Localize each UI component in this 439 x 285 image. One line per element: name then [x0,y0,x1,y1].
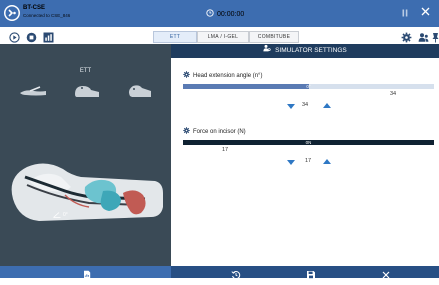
force-on-incisor-decrease-button[interactable] [287,160,295,165]
stop-circle-icon[interactable] [26,30,37,43]
settings-header: SIMULATOR SETTINGS [171,44,439,58]
mode-tabs: ETT LMA / I-GEL COMBITUBE [153,31,299,43]
chart-icon[interactable] [43,30,54,43]
users-icon[interactable] [418,30,429,42]
gear-icon [183,127,190,137]
head-extension-slider[interactable]: 0° [183,84,434,89]
clock-icon [206,9,214,20]
head-position-thumbnail-3[interactable] [124,82,154,105]
head-angle-marker: 0° [53,212,68,218]
angle-marker-value: 0° [63,212,68,218]
tab-combitube[interactable]: COMBITUBE [249,31,299,43]
gear-icon[interactable] [401,30,412,43]
tab-ett[interactable]: ETT [153,31,197,43]
force-on-incisor-target-value: 17 [222,147,229,153]
force-on-incisor-stepper-value: 17 [305,158,312,164]
gear-icon [183,71,190,81]
save-icon[interactable] [306,267,316,279]
patient-airway-illustration [5,147,165,240]
connection-status: Connected to CSE_846 [23,13,71,18]
device-name: BT-CSE [23,5,46,11]
panel-title: ETT [79,68,92,74]
app-logo [4,5,20,21]
head-extension-label: Head extension angle (n°) [193,73,263,79]
head-extension-stepper-value: 34 [302,102,309,108]
timer-value: 00:00:00 [217,11,245,18]
tab-lma-igel[interactable]: LMA / I-GEL [197,31,249,43]
head-position-thumbnail-2[interactable] [71,82,101,105]
force-on-incisor-increase-button[interactable] [323,159,331,164]
force-on-incisor-slider[interactable]: 0N [183,140,434,145]
users-settings-icon [263,44,271,58]
force-on-incisor-section: Force on incisor (N) [183,127,246,137]
head-position-thumbnail-1[interactable] [18,83,48,104]
head-extension-decrease-button[interactable] [287,104,295,109]
session-timer: 00:00:00 [206,9,244,20]
head-extension-section: Head extension angle (n°) [183,71,262,81]
head-extension-target-value: 34 [390,91,397,97]
history-icon[interactable] [231,267,241,280]
force-on-incisor-bar-value: 0N [305,140,312,145]
close-icon[interactable] [381,267,391,279]
pin-icon[interactable] [432,30,439,43]
head-extension-bar-value: 0° [306,84,311,89]
close-icon[interactable] [421,7,430,20]
settings-title: SIMULATOR SETTINGS [275,47,347,54]
head-extension-increase-button[interactable] [323,103,331,108]
pause-icon[interactable] [402,9,408,20]
report-icon[interactable] [82,267,92,280]
play-circle-icon[interactable] [9,30,20,43]
force-on-incisor-label: Force on incisor (N) [193,129,246,135]
bottom-bar-right [171,266,439,278]
